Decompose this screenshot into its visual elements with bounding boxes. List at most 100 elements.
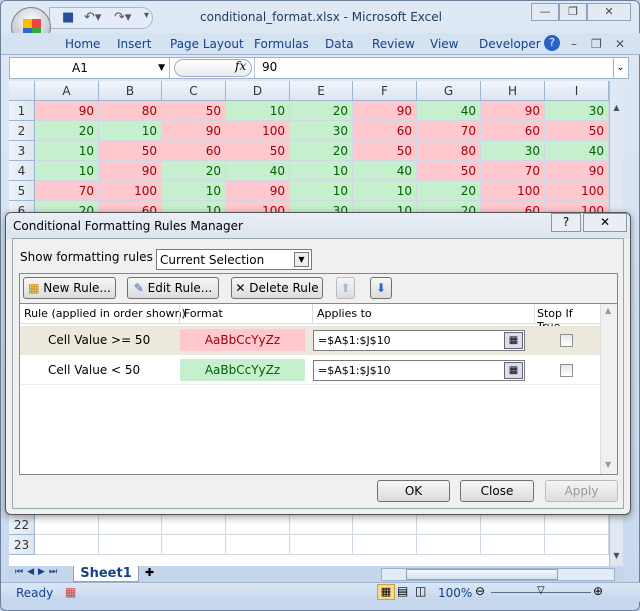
tab-data[interactable]: Data	[325, 37, 354, 51]
applies-to-input[interactable]: =$A$1:$J$10 ▦	[313, 330, 525, 351]
tab-insert[interactable]: Insert	[117, 37, 151, 51]
cell[interactable]	[545, 535, 609, 555]
chevron-down-icon[interactable]: ▼	[158, 58, 165, 78]
cell[interactable]: 20	[35, 121, 99, 141]
cell[interactable]	[290, 535, 353, 555]
cell[interactable]: 90	[99, 161, 162, 181]
cell[interactable]: 60	[162, 141, 226, 161]
stop-if-true-checkbox[interactable]	[560, 364, 573, 377]
close-icon[interactable]: ✕	[587, 3, 631, 21]
cell[interactable]: 20	[162, 161, 226, 181]
cell[interactable]: 100	[226, 121, 290, 141]
expand-formula-bar-icon[interactable]: ⌄	[613, 58, 627, 78]
cell[interactable]: 40	[545, 141, 609, 161]
cell[interactable]: 30	[290, 121, 353, 141]
normal-view-icon[interactable]: ▦	[377, 584, 395, 600]
cell[interactable]: 20	[290, 101, 353, 121]
cell[interactable]	[353, 535, 417, 555]
cell[interactable]: 90	[481, 101, 545, 121]
delete-rule-button[interactable]: ✕ Delete Rule	[231, 277, 323, 299]
ribbon-minimize-icon[interactable]: –	[571, 37, 577, 51]
cell[interactable]: 60	[481, 121, 545, 141]
tab-developer[interactable]: Developer	[479, 37, 541, 51]
help-button[interactable]: ?	[551, 213, 581, 232]
cell[interactable]	[35, 535, 99, 555]
cell[interactable]: 30	[481, 141, 545, 161]
cell[interactable]: 40	[226, 161, 290, 181]
redo-icon[interactable]: ↷▾	[114, 10, 131, 25]
cell[interactable]: 70	[481, 161, 545, 181]
sheet-nav-icons[interactable]: ⏮◀▶⏭	[15, 567, 61, 577]
page-layout-view-icon[interactable]: ▤	[397, 584, 408, 598]
cell[interactable]: 10	[35, 141, 99, 161]
horizontal-scrollbar[interactable]	[381, 568, 615, 581]
cell[interactable]: 10	[99, 121, 162, 141]
page-break-view-icon[interactable]: ◫	[415, 584, 426, 598]
cell[interactable]: 70	[417, 121, 481, 141]
cell[interactable]: 10	[290, 181, 353, 201]
cell[interactable]	[99, 515, 162, 535]
cell[interactable]: 10	[290, 161, 353, 181]
tab-home[interactable]: Home	[65, 37, 100, 51]
cell[interactable]	[417, 535, 481, 555]
cell[interactable]: 100	[99, 181, 162, 201]
move-up-button[interactable]: ⬆	[336, 277, 355, 299]
minimize-icon[interactable]: —	[531, 3, 559, 21]
stop-if-true-checkbox[interactable]	[560, 334, 573, 347]
sheet-tab-sheet1[interactable]: Sheet1	[73, 566, 139, 582]
cell[interactable]: 80	[99, 101, 162, 121]
cell[interactable]: 90	[35, 101, 99, 121]
show-rules-select[interactable]: Current Selection ▼	[156, 249, 312, 270]
cell[interactable]: 20	[290, 141, 353, 161]
cell[interactable]: 90	[226, 181, 290, 201]
undo-icon[interactable]: ↶▾	[84, 10, 101, 25]
insert-sheet-icon[interactable]: ✚	[145, 566, 154, 579]
move-down-button[interactable]: ⬇	[370, 277, 392, 299]
rule-row[interactable]: Cell Value >= 50 AaBbCcYyZz =$A$1:$J$10 ▦	[20, 326, 600, 355]
applies-to-input[interactable]: =$A$1:$J$10 ▦	[313, 360, 525, 381]
cell[interactable]: 90	[545, 161, 609, 181]
cell[interactable]	[481, 515, 545, 535]
rule-row[interactable]: Cell Value < 50 AaBbCcYyZz =$A$1:$J$10 ▦	[20, 356, 600, 385]
restore-icon[interactable]: ❐	[559, 3, 587, 21]
cell[interactable]: 80	[417, 141, 481, 161]
cell[interactable]: 50	[99, 141, 162, 161]
cell[interactable]	[162, 535, 226, 555]
close-button[interactable]: Close	[460, 480, 534, 502]
cell[interactable]: 50	[417, 161, 481, 181]
help-icon[interactable]: ?	[544, 35, 560, 51]
cell[interactable]: 100	[545, 181, 609, 201]
customize-qat-icon[interactable]: ▾	[144, 10, 149, 21]
apply-button[interactable]: Apply	[545, 480, 618, 502]
ribbon-close-icon[interactable]: ✕	[615, 37, 625, 51]
cell[interactable]: 50	[162, 101, 226, 121]
cell[interactable]: 10	[162, 181, 226, 201]
cell[interactable]: 60	[353, 121, 417, 141]
cell[interactable]: 50	[353, 141, 417, 161]
cell[interactable]	[35, 515, 99, 535]
cell[interactable]	[226, 535, 290, 555]
cell[interactable]	[353, 515, 417, 535]
cell[interactable]: 30	[545, 101, 609, 121]
cell[interactable]: 10	[35, 161, 99, 181]
tab-review[interactable]: Review	[372, 37, 415, 51]
cell[interactable]: 10	[353, 181, 417, 201]
zoom-level[interactable]: 100%	[438, 586, 472, 600]
new-rule-button[interactable]: ▦ New Rule...	[23, 277, 116, 299]
ok-button[interactable]: OK	[377, 480, 450, 502]
macro-record-icon[interactable]: ▦	[65, 585, 76, 599]
rules-list-scrollbar[interactable]: ▲ ▼	[600, 304, 617, 474]
cell[interactable]	[417, 515, 481, 535]
cell[interactable]: 50	[545, 121, 609, 141]
dialog-close-icon[interactable]: ✕	[583, 213, 627, 232]
zoom-slider-thumb[interactable]: ▽	[537, 585, 545, 596]
cell[interactable]	[162, 515, 226, 535]
tab-formulas[interactable]: Formulas	[254, 37, 309, 51]
cell[interactable]: 90	[162, 121, 226, 141]
cell[interactable]: 10	[226, 101, 290, 121]
ribbon-restore-icon[interactable]: ❐	[591, 37, 602, 51]
zoom-in-icon[interactable]: ⊕	[593, 584, 603, 598]
cell[interactable]: 70	[35, 181, 99, 201]
chevron-down-icon[interactable]: ▼	[294, 252, 309, 267]
cell[interactable]	[481, 535, 545, 555]
